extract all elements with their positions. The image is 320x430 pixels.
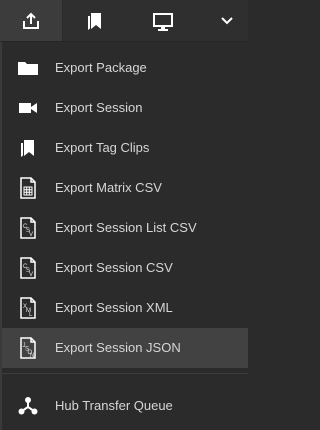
menu-item-export-session-json[interactable]: J S O N Export Session JSON: [2, 328, 248, 368]
menu-item-label: Export Session JSON: [55, 340, 181, 355]
more-chevron-button[interactable]: [212, 0, 242, 41]
xml-file-icon: X M L: [16, 296, 40, 320]
menu-item-label: Export Session XML: [55, 300, 173, 315]
export-button[interactable]: [0, 0, 63, 41]
menu-item-export-session[interactable]: Export Session: [2, 88, 248, 128]
svg-text:L: L: [29, 312, 33, 318]
folder-icon: [16, 56, 40, 80]
bookmark-tag-icon: [16, 136, 40, 160]
menu-item-export-package[interactable]: Export Package: [2, 48, 248, 88]
menu-item-export-matrix-csv[interactable]: Export Matrix CSV: [2, 168, 248, 208]
svg-text:V: V: [29, 272, 33, 278]
menu-item-export-tag-clips[interactable]: Export Tag Clips: [2, 128, 248, 168]
matrix-grid-file-icon: [16, 176, 40, 200]
menu-item-export-session-list-csv[interactable]: C S V Export Session List CSV: [2, 208, 248, 248]
menu-item-hub-transfer-queue[interactable]: Hub Transfer Queue: [2, 386, 248, 426]
menu-item-label: Export Session: [55, 100, 143, 115]
menu-item-label: Export Matrix CSV: [55, 180, 162, 195]
video-camera-icon: [16, 96, 40, 120]
svg-text:N: N: [30, 353, 34, 359]
menu-item-label: Export Session List CSV: [55, 220, 197, 235]
toolbar: [0, 0, 248, 42]
json-file-icon: J S O N: [16, 336, 40, 360]
chevron-down-icon: [221, 16, 233, 24]
menu-item-export-session-xml[interactable]: X M L Export Session XML: [2, 288, 248, 328]
export-upload-icon: [23, 12, 39, 29]
csv-file-icon: C S V: [16, 256, 40, 280]
monitor-icon: [153, 12, 173, 31]
svg-text:V: V: [29, 232, 33, 238]
bookmarks-button[interactable]: [66, 0, 124, 41]
menu-item-label: Hub Transfer Queue: [55, 398, 173, 413]
menu-item-label: Export Package: [55, 60, 147, 75]
csv-file-icon: C S V: [16, 216, 40, 240]
menu-item-label: Export Tag Clips: [55, 140, 150, 155]
menu-item-label: Export Session CSV: [55, 260, 173, 275]
export-menu: Export Package Export Session Export Tag…: [0, 42, 248, 430]
hub-network-icon: [16, 394, 40, 418]
menu-item-export-session-csv[interactable]: C S V Export Session CSV: [2, 248, 248, 288]
monitor-button[interactable]: [134, 0, 192, 41]
menu-divider: [2, 373, 248, 374]
bookmark-icon: [88, 12, 101, 30]
